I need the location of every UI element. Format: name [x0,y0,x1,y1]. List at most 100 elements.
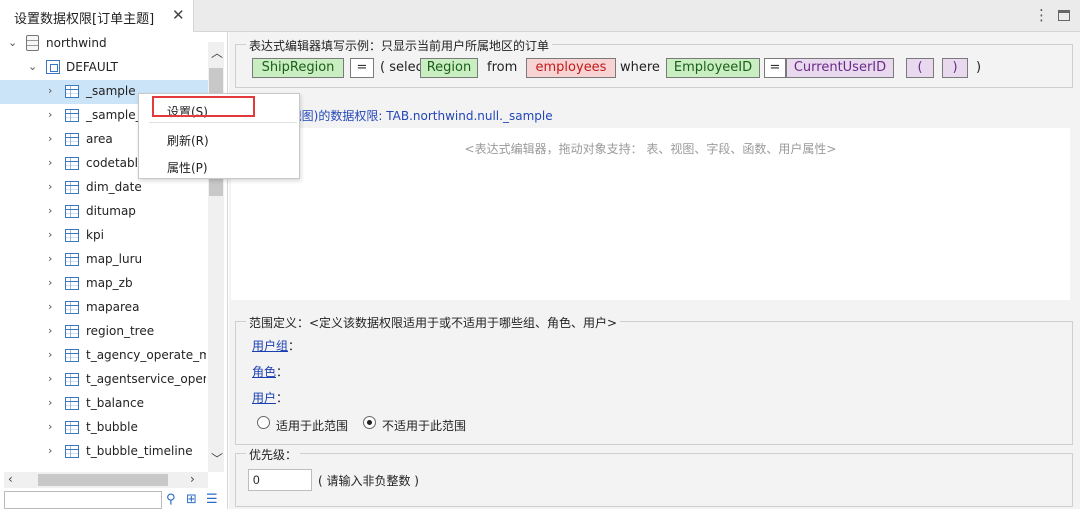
menu-item-refresh[interactable]: 刷新(R) [139,126,299,152]
permission-title-value: TAB.northwind.null._sample [386,109,553,123]
chevron-down-icon[interactable]: ⌄ [8,36,17,49]
tree-item-label: ditumap [86,204,136,218]
table-icon [65,325,79,338]
chevron-right-icon[interactable]: › [48,324,52,337]
chevron-left-icon[interactable]: ‹ [8,472,13,486]
menu-item-label: 刷新(R) [167,134,209,148]
tree-item-label: dim_date [86,180,142,194]
search-icon[interactable]: ⚲ [166,492,176,507]
table-icon [65,205,79,218]
chevron-down-icon[interactable]: ⌄ [28,60,37,73]
tree-item-label: codetabl [86,156,138,170]
tree-node-label: northwind [46,36,107,50]
highlight-annotation [152,96,255,117]
apply-scope-radio[interactable] [257,416,270,429]
chevron-right-icon[interactable]: › [48,204,52,217]
tree-item[interactable]: › t_agentservice_opera [0,368,208,392]
operator-chip-equals: = [350,58,374,78]
tab-bar: 设置数据权限[订单主题] ✕ ⋮ [0,0,1080,32]
chevron-right-icon[interactable]: › [48,156,52,169]
table-chip-employees: employees [526,58,616,78]
tree-item[interactable]: › t_bubble_timeline [0,440,208,464]
table-icon [65,277,79,290]
tree-item-label: t_balance [86,396,144,410]
tab-title: 设置数据权限[订单主题] [14,12,155,27]
table-icon [65,157,79,170]
tree-item-label: maparea [86,300,140,314]
chevron-up-icon[interactable]: ︿ [211,44,223,61]
chevron-right-icon[interactable]: › [48,132,52,145]
tab-data-permission[interactable]: 设置数据权限[订单主题] ✕ [0,0,194,32]
chevron-right-icon[interactable]: › [48,300,52,313]
field-chip-region: Region [420,58,478,78]
user-group-link[interactable]: 用户组 [252,337,288,354]
permission-title: 表(视图)的数据权限: TAB.northwind.null._sample [273,107,553,124]
chevron-right-icon[interactable]: › [48,420,52,433]
tree-item-label: region_tree [86,324,155,338]
table-icon [65,397,79,410]
tree-item[interactable]: › kpi [0,224,208,248]
chevron-right-icon[interactable]: › [48,252,52,265]
chevron-right-icon[interactable]: › [48,372,52,385]
permission-settings-panel: 表达式编辑器填写示例：只显示当前用户所属地区的订单 ShipRegion = (… [229,32,1080,509]
close-icon[interactable]: ✕ [172,6,185,24]
expression-example-legend: 表达式编辑器填写示例：只显示当前用户所属地区的订单 [246,37,553,54]
chevron-right-icon[interactable]: › [48,444,52,457]
role-link[interactable]: 角色 [252,363,276,380]
table-icon [65,301,79,314]
expression-text-where: where [620,60,660,75]
expression-text-from: from [487,60,518,75]
user-link[interactable]: 用户 [252,389,276,406]
chevron-right-icon[interactable]: › [48,396,52,409]
list-view-icon[interactable]: ☰ [206,492,218,507]
priority-input[interactable] [248,469,312,491]
tree-node-schema[interactable]: ⌄ DEFAULT [0,56,208,80]
expression-text-close: ) [976,60,982,75]
tree-item[interactable]: › map_zb [0,272,208,296]
table-icon [65,373,79,386]
chevron-right-icon[interactable]: › [48,348,52,361]
tree-horizontal-scrollbar[interactable]: ‹ › [4,472,208,488]
table-icon [65,445,79,458]
not-apply-scope-radio[interactable] [363,416,376,429]
chevron-right-icon[interactable]: › [48,228,52,241]
app-window: 设置数据权限[订单主题] ✕ ⋮ ⌄ northwind ⌄ DEFAULT ›… [0,0,1080,509]
tree-item[interactable]: › region_tree [0,320,208,344]
tree-item[interactable]: › ditumap [0,200,208,224]
paren-chip-open: ( [906,58,934,78]
chevron-right-icon[interactable]: › [48,108,52,121]
scrollbar-thumb[interactable] [38,474,168,486]
tree-item[interactable]: › dim_date [0,176,208,200]
tree-item-label: t_bubble [86,420,138,434]
more-menu-icon[interactable]: ⋮ [1034,6,1049,24]
chevron-right-icon[interactable]: › [48,84,52,97]
tree-search-input[interactable] [4,491,162,509]
chevron-right-icon[interactable]: › [48,180,52,193]
chevron-right-icon[interactable]: › [48,276,52,289]
menu-item-label: 属性(P) [167,161,208,175]
chevron-right-icon[interactable]: › [190,472,195,486]
hierarchy-icon[interactable]: ⊞ [186,492,197,507]
tree-item[interactable]: › t_bubble [0,416,208,440]
expression-example-group: 表达式编辑器填写示例：只显示当前用户所属地区的订单 ShipRegion = (… [235,37,1073,88]
tree-item[interactable]: › t_balance [0,392,208,416]
table-icon [65,181,79,194]
tree-item-label: _sample_ [86,108,142,122]
expression-editor[interactable]: <表达式编辑器，拖动对象支持： 表、视图、字段、函数、用户属性> [231,128,1070,300]
priority-legend: 优先级： [246,446,301,463]
tree-item-label: map_luru [86,252,143,266]
schema-icon [46,60,60,74]
tree-node-root[interactable]: ⌄ northwind [0,32,208,56]
scope-group: 范围定义：<定义该数据权限适用于或不适用于哪些组、角色、用户> 用户组 ： 角色… [235,314,1073,445]
tree-item[interactable]: › map_luru [0,248,208,272]
chevron-down-icon[interactable]: ﹀ [211,450,223,467]
maximize-icon[interactable] [1058,10,1070,21]
tree-item-label: map_zb [86,276,133,290]
menu-item-properties[interactable]: 属性(P) [139,153,299,179]
tree-node-label: DEFAULT [66,60,118,74]
table-icon [65,109,79,122]
user-colon: ： [276,391,289,405]
tree-item[interactable]: › t_agency_operate_mo [0,344,208,368]
table-icon [65,85,79,98]
tree-item[interactable]: › maparea [0,296,208,320]
